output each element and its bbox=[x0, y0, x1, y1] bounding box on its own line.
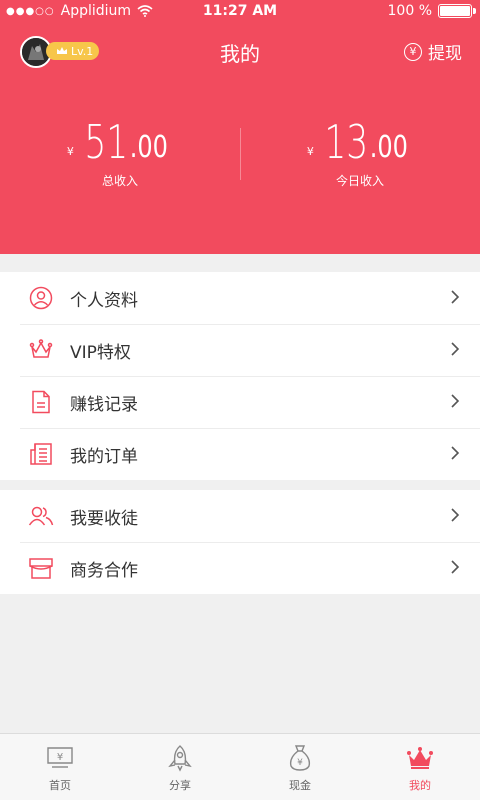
tab-mine[interactable]: 我的 bbox=[360, 734, 480, 800]
battery-icon bbox=[438, 4, 476, 18]
menu-item-business[interactable]: 商务合作 bbox=[0, 542, 480, 594]
tab-home[interactable]: ¥ 首页 bbox=[0, 734, 120, 800]
profile-header: ●●●○○ Applidium 11:27 AM 100 % Lv.1 我的 ¥… bbox=[0, 0, 480, 254]
total-income-integer: 51 bbox=[84, 115, 129, 169]
menu-item-vip[interactable]: VIP特权 bbox=[0, 324, 480, 376]
menu-item-profile[interactable]: 个人资料 bbox=[0, 272, 480, 324]
tab-cash[interactable]: ¥ 现金 bbox=[240, 734, 360, 800]
yen-circle-icon: ¥ bbox=[404, 42, 422, 61]
document-icon bbox=[28, 389, 54, 415]
chevron-right-icon bbox=[451, 560, 460, 574]
menu-group-business: 我要收徒 商务合作 bbox=[0, 490, 480, 594]
crown-icon bbox=[406, 744, 434, 772]
chevron-right-icon bbox=[451, 290, 460, 304]
user-circle-icon bbox=[28, 285, 54, 311]
today-income-caption: 今日收入 bbox=[335, 174, 384, 188]
rocket-icon bbox=[167, 744, 193, 772]
today-income-integer: 13 bbox=[324, 115, 369, 169]
crown-icon bbox=[28, 337, 54, 363]
today-income-decimal: .00 bbox=[370, 130, 409, 165]
nav-bar: Lv.1 我的 ¥ 提现 bbox=[0, 30, 480, 74]
withdraw-button[interactable]: ¥ 提现 bbox=[404, 39, 462, 64]
menu-item-earnings[interactable]: 赚钱记录 bbox=[0, 376, 480, 428]
chevron-right-icon bbox=[451, 394, 460, 408]
order-list-icon bbox=[28, 441, 54, 467]
tab-bar: ¥ 首页 分享 ¥ 现金 我的 bbox=[0, 733, 480, 800]
users-icon bbox=[28, 503, 54, 529]
menu-item-recruit[interactable]: 我要收徒 bbox=[0, 490, 480, 542]
total-income-decimal: .00 bbox=[130, 130, 169, 165]
chevron-right-icon bbox=[451, 342, 460, 356]
menu-item-orders[interactable]: 我的订单 bbox=[0, 428, 480, 480]
tab-share[interactable]: 分享 bbox=[120, 734, 240, 800]
battery-percent: 100 % bbox=[387, 3, 432, 19]
chevron-right-icon bbox=[451, 446, 460, 460]
money-bag-icon: ¥ bbox=[287, 744, 313, 772]
total-income: ¥ 51 .00 总收入 bbox=[0, 118, 240, 189]
svg-text:¥: ¥ bbox=[297, 758, 303, 768]
income-stats: ¥ 51 .00 总收入 ¥ 13 .00 今日收入 bbox=[0, 118, 480, 198]
today-income: ¥ 13 .00 今日收入 bbox=[240, 118, 480, 189]
svg-text:¥: ¥ bbox=[57, 752, 63, 763]
store-icon bbox=[28, 555, 54, 581]
currency-symbol: ¥ bbox=[66, 145, 74, 158]
menu-group-account: 个人资料 VIP特权 赚钱记录 我的订单 bbox=[0, 272, 480, 480]
status-bar: ●●●○○ Applidium 11:27 AM 100 % bbox=[0, 0, 480, 24]
home-yen-icon: ¥ bbox=[45, 744, 75, 772]
total-income-caption: 总收入 bbox=[101, 174, 138, 188]
currency-symbol: ¥ bbox=[306, 145, 314, 158]
chevron-right-icon bbox=[451, 508, 460, 522]
